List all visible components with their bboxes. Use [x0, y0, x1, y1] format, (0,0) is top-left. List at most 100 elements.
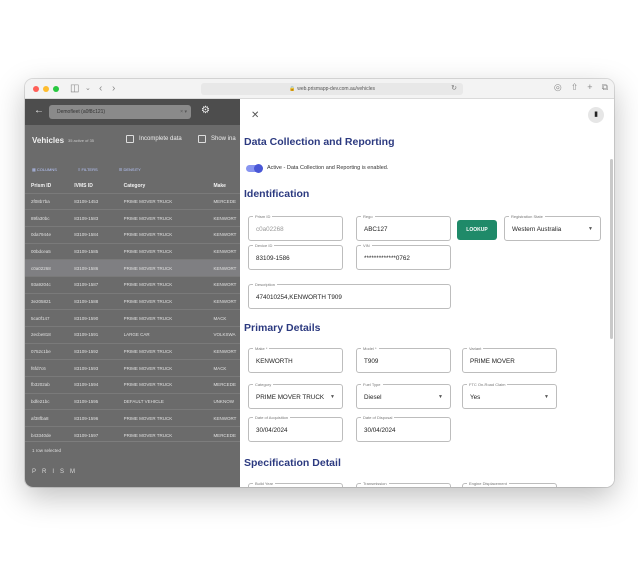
fuel-type-select[interactable]: Fuel Type Diesel ▼ [356, 382, 451, 409]
table-row[interactable]: af38fba8 83109-1596 PRIME MOVER TRUCK KENWO… [25, 409, 240, 427]
field-label: FTC On-Road Claim [467, 382, 508, 387]
table-row[interactable]: f6fd7c6 83109-1593 PRIME MOVER TRUCK MACK [25, 359, 240, 377]
vehicles-table-body: 2f08b7ba 83109-1453 PRIME MOVER TRUCK MERCE… [25, 192, 240, 444]
table-row[interactable]: 0752c1be 83109-1592 PRIME MOVER TRUCK KENWO… [25, 342, 240, 360]
table-row[interactable]: 89fa30bc 83109-1583 PRIME MOVER TRUCK KENWO… [25, 209, 240, 227]
transmission-field[interactable]: Transmission [356, 481, 451, 487]
engine-displacement-field[interactable]: Engine Displacement [462, 481, 557, 487]
density-button[interactable]: ☰ DENSITY [119, 167, 151, 172]
minimize-window-dot[interactable] [43, 86, 49, 92]
close-icon[interactable]: ✕ [251, 110, 259, 121]
table-row[interactable]: 5ca0f147 83109-1590 PRIME MOVER TRUCK MACK [25, 309, 240, 327]
show-inactive-checkbox[interactable] [198, 135, 206, 143]
table-row[interactable]: c0a02268 83109-1586 PRIME MOVER TRUCK KENWO… [25, 259, 240, 277]
table-cell: KENWORT [207, 209, 240, 227]
table-cell: KENWORT [207, 242, 240, 260]
table-cell: PRIME MOVER TRUCK [117, 342, 208, 360]
lookup-button[interactable]: LOOKUP [457, 220, 497, 240]
table-row[interactable]: 2f08b7ba 83109-1453 PRIME MOVER TRUCK MERCE… [25, 192, 240, 210]
column-header[interactable]: Make [207, 179, 240, 193]
variant-field[interactable]: Variant PRIME MOVER [462, 346, 557, 373]
arrow-left-icon[interactable]: ← [34, 105, 44, 116]
column-header[interactable]: Prism ID [25, 179, 68, 193]
table-cell: 83109-1595 [68, 392, 118, 410]
table-cell: PRIME MOVER TRUCK [117, 359, 208, 377]
zoom-window-dot[interactable] [53, 86, 59, 92]
table-row[interactable]: 0da7944e 83109-1584 PRIME MOVER TRUCK KENWO… [25, 225, 240, 244]
vehicles-list-pane: ← Demofleet (a0f8c121) × ▾ ⚙ Vehicles 35… [25, 99, 240, 487]
toggle-knob [254, 164, 263, 173]
field-label: Fuel Type [361, 382, 383, 387]
chevron-down-icon[interactable]: ⌄ [85, 82, 91, 96]
tabs-overview-icon[interactable]: ⧉ [602, 82, 608, 92]
make-field[interactable]: Make * KENWORTH [248, 346, 343, 373]
reload-icon[interactable]: ↻ [451, 83, 457, 95]
table-cell: 83109-1588 [68, 292, 118, 310]
field-label: Transmission [361, 481, 389, 486]
gear-icon[interactable]: ⚙ [201, 105, 210, 116]
table-cell: MACK [207, 309, 240, 327]
back-icon[interactable]: ‹ [99, 82, 102, 96]
table-row[interactable]: 3e205821 83109-1588 PRIME MOVER TRUCK KENWO… [25, 292, 240, 310]
field-value: 30/04/2024 [364, 427, 396, 434]
organisation-select[interactable]: Demofleet (a0f8c121) × ▾ [49, 105, 191, 119]
table-cell: 83109-1590 [68, 309, 118, 327]
density-label: DENSITY [123, 167, 141, 172]
table-row[interactable]: 93a9204c 83109-1587 PRIME MOVER TRUCK KENWO… [25, 275, 240, 294]
registration-state-select[interactable]: Registration State Western Australia ▼ [504, 214, 601, 241]
column-header[interactable]: IVMS ID [68, 179, 117, 193]
table-cell: 5ca0f147 [25, 309, 69, 327]
filters-button[interactable]: ≡ FILTERS [78, 167, 108, 172]
columns-button[interactable]: ▦ COLUMNS [32, 167, 67, 172]
section-heading-spec: Specification Detail [244, 457, 341, 469]
vin-field[interactable]: VIN *************0762 [356, 243, 451, 270]
filters-label: FILTERS [81, 167, 98, 172]
category-select[interactable]: Category PRIME MOVER TRUCK ▼ [248, 382, 343, 409]
ftc-select[interactable]: FTC On-Road Claim Yes ▼ [462, 382, 557, 409]
close-window-dot[interactable] [33, 86, 39, 92]
incomplete-data-checkbox[interactable] [126, 135, 134, 143]
field-label: VIN [361, 243, 372, 248]
address-bar[interactable]: 🔒 web.prismapp-dev.com.au/vehicles ↻ [201, 83, 463, 95]
field-value: *************0762 [364, 255, 410, 262]
share-icon[interactable]: ⇧ [571, 82, 579, 92]
forward-icon[interactable]: › [112, 82, 115, 96]
field-label: Make * [253, 346, 270, 351]
new-tab-icon[interactable]: + [587, 82, 592, 92]
table-row[interactable]: 2ecbe818 83109-1591 LARGE CAR VOLKSWA [25, 326, 240, 344]
table-cell: f6fd7c6 [25, 359, 69, 377]
table-cell: bdfe21bc [25, 392, 69, 410]
table-row[interactable]: bdfe21bc 83109-1595 DEFAULT VEHICLE UNKNOW [25, 392, 240, 410]
incomplete-data-label: Incomplete data [139, 136, 182, 142]
dcr-toggle[interactable] [246, 164, 263, 173]
table-cell: 83109-1594 [68, 376, 118, 394]
acquisition-date-field[interactable]: Date of Acquisition 30/04/2024 [248, 415, 343, 442]
vehicle-detail-drawer: ✕ ▮ Data Collection and Reporting Active… [240, 99, 614, 487]
field-label: Engine Displacement [467, 481, 509, 486]
table-cell: KENWORT [207, 225, 240, 244]
section-heading-dcr: Data Collection and Reporting [244, 136, 395, 148]
table-cell: PRIME MOVER TRUCK [117, 292, 208, 310]
table-cell: 83109-1586 [68, 259, 118, 277]
column-header[interactable]: Category [118, 179, 208, 193]
prism-id-field: Prism ID c0a02268 [248, 214, 343, 241]
description-field[interactable]: Description 474010254,KENWORTH T909 [248, 282, 451, 309]
table-cell: MERCEDE [207, 376, 240, 394]
table-row[interactable]: 00bdcea5 83109-1585 PRIME MOVER TRUCK KENWO… [25, 242, 240, 260]
privacy-icon[interactable]: ◎ [554, 82, 562, 92]
field-label: Registration State [509, 214, 545, 219]
clear-icon[interactable]: × ▾ [180, 105, 187, 119]
drawer-scrollbar[interactable] [610, 159, 613, 339]
disposal-date-field[interactable]: Date of Disposal 30/04/2024 [356, 415, 451, 442]
table-cell: 83109-1587 [68, 275, 118, 294]
rego-field[interactable]: Rego ABC127 [356, 214, 451, 241]
model-field[interactable]: Model * T909 [356, 346, 451, 373]
table-row[interactable]: fb3202ab 83109-1594 PRIME MOVER TRUCK MERCE… [25, 376, 240, 394]
device-id-field[interactable]: Device ID 83109-1586 [248, 243, 343, 270]
build-year-field[interactable]: Build Year [248, 481, 343, 487]
table-cell: LARGE CAR [117, 326, 208, 344]
trash-icon[interactable]: ▮ [588, 107, 604, 123]
chevron-down-icon: ▼ [544, 394, 549, 400]
sidebar-toggle-icon[interactable]: ◫ [70, 82, 79, 96]
table-cell: PRIME MOVER TRUCK [117, 242, 208, 260]
